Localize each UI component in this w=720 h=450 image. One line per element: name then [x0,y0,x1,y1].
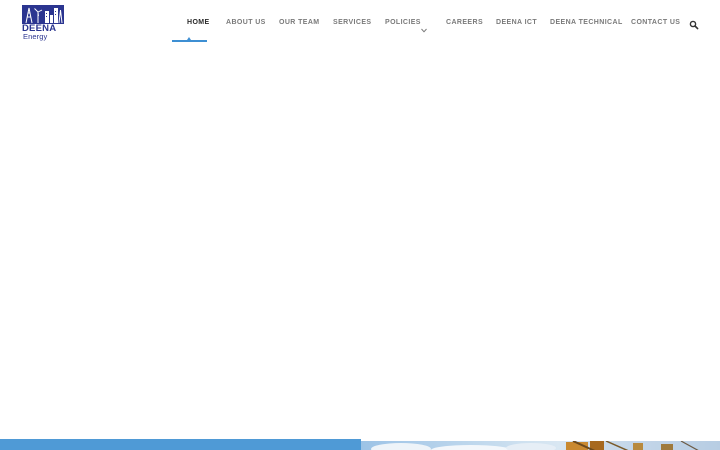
nav-item-policies[interactable]: POLICIES [385,18,421,28]
nav-item-about-us[interactable]: ABOUT US [226,18,266,28]
nav-item-contact-us[interactable]: CONTACT US [631,18,680,28]
nav-item-deena-ict[interactable]: DEENA ICT [496,18,537,28]
hero-panel-left [0,439,361,450]
site-header: DEENA Energy HOME ABOUT US OUR TEAM SERV… [0,0,720,44]
search-icon[interactable] [689,17,699,30]
nav-item-our-team[interactable]: OUR TEAM [279,18,320,28]
deena-energy-logo[interactable]: DEENA Energy [22,5,66,41]
chevron-down-icon[interactable] [421,20,428,33]
nav-item-services[interactable]: SERVICES [333,18,371,28]
active-indicator-bar [172,40,207,42]
logo-mark-icon [22,5,64,24]
hero-image [361,439,720,450]
logo-tagline: Energy [23,32,48,41]
nav-item-home[interactable]: HOME [187,18,210,28]
hero-banner [0,439,720,450]
nav-item-careers[interactable]: CAREERS [446,18,483,28]
nav-item-deena-technical[interactable]: DEENA TECHNICAL [550,18,623,28]
